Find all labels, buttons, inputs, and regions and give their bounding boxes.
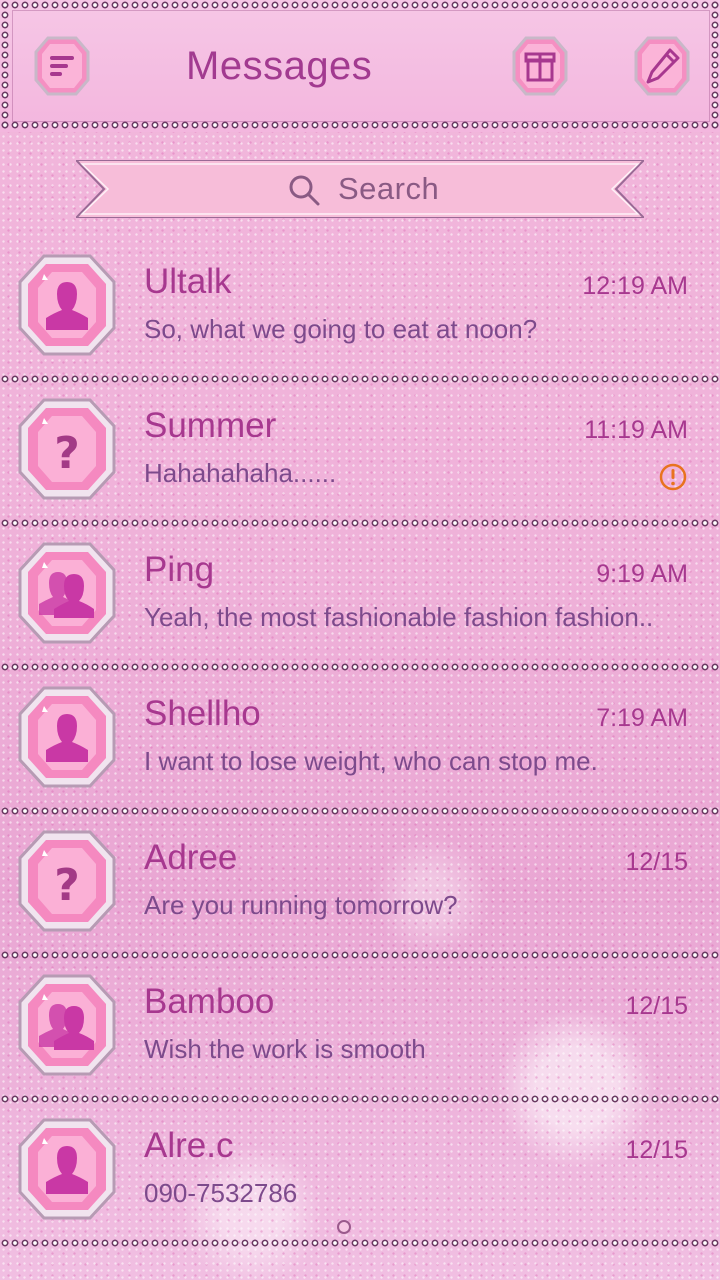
gift-icon — [512, 36, 568, 96]
message-time: 12/15 — [625, 992, 688, 1020]
message-time: 12/15 — [625, 848, 688, 876]
menu-button[interactable] — [34, 36, 90, 96]
person-icon — [18, 1118, 116, 1220]
message-preview: So, what we going to eat at noon? — [144, 314, 538, 344]
conversation-row[interactable]: Bamboo 12/15 Wish the work is smooth — [0, 960, 720, 1104]
message-time: 12:19 AM — [582, 272, 688, 300]
bead-border-top — [0, 0, 720, 10]
contact-name: Bamboo — [144, 982, 275, 1021]
contact-name: Alre.c — [144, 1126, 234, 1165]
page-indicator-icon — [337, 1220, 351, 1234]
person-icon — [18, 686, 116, 788]
row-divider — [0, 518, 720, 528]
row-divider — [0, 950, 720, 960]
compose-button[interactable] — [634, 36, 690, 96]
svg-text:?: ? — [54, 428, 80, 479]
question-icon: ? — [18, 398, 116, 500]
svg-text:?: ? — [54, 860, 80, 911]
conversation-row[interactable]: Ultalk 12:19 AM So, what we going to eat a… — [0, 240, 720, 384]
message-time: 7:19 AM — [596, 704, 688, 732]
pencil-icon — [634, 36, 690, 96]
contact-name: Shellho — [144, 694, 261, 733]
search-icon — [289, 175, 320, 206]
question-icon: ? — [18, 830, 116, 932]
row-divider — [0, 1238, 720, 1248]
person-icon — [18, 254, 116, 356]
message-preview: I want to lose weight, who can stop me. — [144, 746, 598, 776]
row-divider — [0, 1094, 720, 1104]
group-icon — [18, 542, 116, 644]
conversation-row[interactable]: Shellho 7:19 AM I want to lose weight, who… — [0, 672, 720, 816]
group-icon — [18, 974, 116, 1076]
message-time: 9:19 AM — [596, 560, 688, 588]
conversation-row[interactable]: Alre.c 12/15 090-7532786 — [0, 1104, 720, 1248]
message-preview: Wish the work is smooth — [144, 1034, 426, 1064]
message-preview: Yeah, the most fashionable fashion fashi… — [144, 602, 654, 632]
contact-name: Ultalk — [144, 262, 232, 301]
page-title: Messages — [186, 44, 373, 88]
row-divider — [0, 806, 720, 816]
bead-border-left — [0, 0, 10, 130]
conversation-row[interactable]: ? Summer 11:19 AM Hahahahaha...... — [0, 384, 720, 528]
row-divider — [0, 662, 720, 672]
conversation-row[interactable]: ? Adree 12/15 Are you running tomorrow? — [0, 816, 720, 960]
menu-icon — [34, 36, 90, 96]
row-divider — [0, 374, 720, 384]
contact-name: Adree — [144, 838, 238, 877]
contact-name: Summer — [144, 406, 277, 445]
message-preview: 090-7532786 — [144, 1178, 298, 1208]
message-time: 11:19 AM — [584, 416, 688, 444]
message-preview: Hahahahaha...... — [144, 458, 337, 488]
app-header: Messages — [0, 0, 720, 132]
message-time: 12/15 — [625, 1136, 688, 1164]
search-bar[interactable]: Search — [76, 160, 644, 218]
gift-button[interactable] — [512, 36, 568, 96]
warning-icon[interactable] — [658, 462, 688, 492]
bead-border-right — [710, 0, 720, 130]
conversation-row[interactable]: Ping 9:19 AM Yeah, the most fashionable fa… — [0, 528, 720, 672]
search-placeholder: Search — [338, 171, 440, 206]
contact-name: Ping — [144, 550, 215, 589]
message-preview: Are you running tomorrow? — [144, 890, 458, 920]
